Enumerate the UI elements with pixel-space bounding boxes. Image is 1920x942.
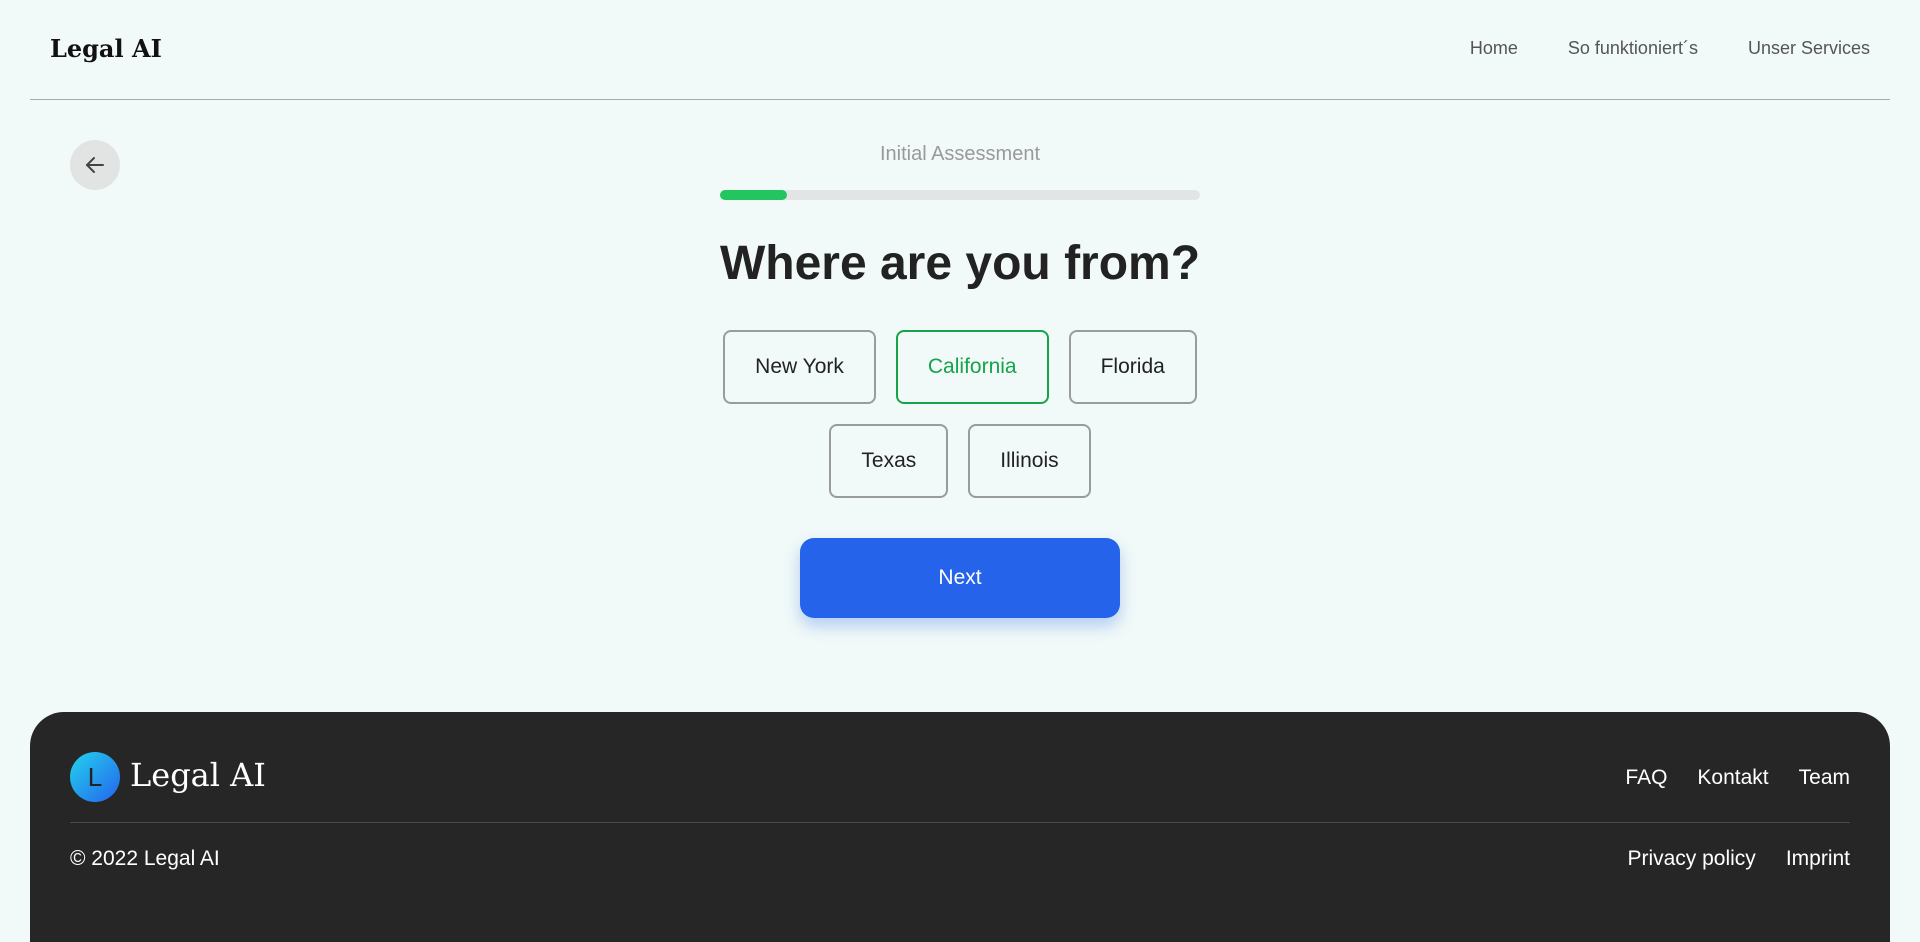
footer-logo-icon: L bbox=[70, 752, 120, 802]
copyright-text: © 2022 Legal AI bbox=[70, 847, 220, 870]
footer-logo-text[interactable]: Legal AI bbox=[130, 756, 266, 794]
nav-link-services[interactable]: Unser Services bbox=[1748, 38, 1870, 59]
next-button[interactable]: Next bbox=[800, 538, 1120, 618]
step-title: Initial Assessment bbox=[879, 143, 1041, 165]
nav-link-home[interactable]: Home bbox=[1470, 38, 1518, 59]
footer-links: FAQ Kontakt Team bbox=[1625, 766, 1850, 790]
main-nav: Home So funktioniert´s Unser Services bbox=[1470, 38, 1870, 59]
footer-link-imprint[interactable]: Imprint bbox=[1786, 847, 1850, 871]
footer-link-faq[interactable]: FAQ bbox=[1625, 766, 1667, 790]
footer-legal-links: Privacy policy Imprint bbox=[1627, 847, 1850, 871]
option-new-york[interactable]: New York bbox=[723, 330, 876, 404]
progress-bar bbox=[720, 190, 1200, 200]
state-options: New York California Florida Texas Illino… bbox=[700, 330, 1220, 498]
option-illinois[interactable]: Illinois bbox=[968, 424, 1091, 498]
nav-link-how-it-works[interactable]: So funktioniert´s bbox=[1568, 38, 1698, 59]
site-logo[interactable]: Legal AI bbox=[50, 34, 162, 63]
site-footer: L Legal AI FAQ Kontakt Team © 2022 Legal… bbox=[30, 712, 1890, 942]
progress-fill bbox=[720, 190, 788, 200]
option-texas[interactable]: Texas bbox=[829, 424, 949, 498]
footer-link-team[interactable]: Team bbox=[1799, 766, 1850, 790]
option-california[interactable]: California bbox=[895, 330, 1049, 404]
footer-link-privacy[interactable]: Privacy policy bbox=[1627, 847, 1755, 871]
footer-divider bbox=[70, 822, 1850, 823]
footer-link-contact[interactable]: Kontakt bbox=[1697, 766, 1768, 790]
question-heading: Where are you from? bbox=[719, 237, 1201, 290]
site-header: Legal AI Home So funktioniert´s Unser Se… bbox=[30, 0, 1890, 100]
option-florida[interactable]: Florida bbox=[1068, 330, 1197, 404]
